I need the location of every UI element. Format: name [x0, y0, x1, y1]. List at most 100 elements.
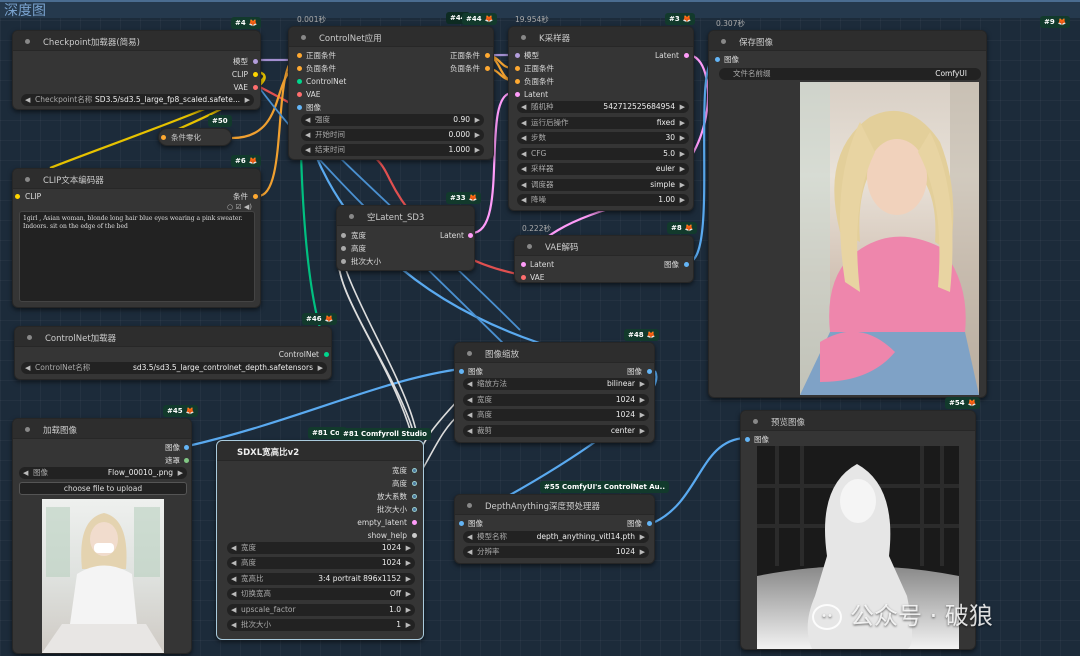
output-dot[interactable]	[485, 53, 490, 58]
node-header[interactable]: Checkpoint加载器(简易)	[13, 31, 260, 51]
input-dot[interactable]	[297, 66, 302, 71]
output-dot[interactable]	[412, 533, 417, 538]
output-label: 负面条件	[450, 64, 480, 73]
output-dot[interactable]	[412, 507, 417, 512]
input-dot[interactable]	[297, 92, 302, 97]
node-header[interactable]: ControlNet加载器	[15, 327, 331, 347]
aspect-ratio-combo[interactable]: ◀ 宽高比 3:4 portrait 896x1152 ▶	[227, 573, 415, 585]
resolution-number[interactable]: ◀ 分辨率 1024 ▶	[463, 546, 649, 558]
ksampler-node[interactable]: K采样器 模型 正面条件 负面条件 Latent Latent ◀ 随机种 5427…	[508, 26, 694, 211]
cfg-number[interactable]: ◀ CFG 5.0 ▶	[517, 148, 689, 160]
node-header[interactable]: VAE解码	[515, 236, 693, 256]
image-file-combo[interactable]: ◀ 图像 Flow_00010_.png ▶	[19, 467, 187, 479]
output-vae-dot[interactable]	[253, 85, 258, 90]
crop-combo[interactable]: ◀ 裁剪 center ▶	[463, 425, 649, 437]
input-dot[interactable]	[297, 105, 302, 110]
vae-decode-node[interactable]: VAE解码 Latent VAE 图像	[514, 235, 694, 283]
input-label: 批次大小	[351, 257, 381, 266]
output-dot[interactable]	[684, 262, 689, 267]
node-header[interactable]: 空Latent_SD3	[337, 206, 474, 226]
controlnet-name-combo[interactable]: ◀ ControlNet名称 sd3.5/sd3.5_large_controlne…	[21, 362, 327, 374]
node-header[interactable]: ControlNet应用	[289, 27, 493, 47]
input-dot[interactable]	[715, 57, 720, 62]
output-dot[interactable]	[324, 352, 329, 357]
conditioning-zero-node[interactable]: 条件零化	[158, 128, 232, 146]
output-dot[interactable]	[412, 520, 417, 525]
sdxl-aspect-ratio-node[interactable]: SDXL宽高比v2 宽度 高度 放大系数 批次大小 empty_latent s…	[216, 440, 424, 640]
input-dot[interactable]	[521, 275, 526, 280]
strength-number[interactable]: ◀ 强度 0.90 ▶	[301, 114, 484, 126]
input-clip-dot[interactable]	[15, 194, 20, 199]
end-time-number[interactable]: ◀ 结束时间 1.000 ▶	[301, 144, 484, 156]
node-header[interactable]: K采样器	[509, 27, 693, 47]
node-header[interactable]: 图像缩放	[455, 343, 654, 363]
input-dot[interactable]	[459, 369, 464, 374]
input-clip: CLIP	[25, 192, 42, 201]
node-header[interactable]: 保存图像	[709, 31, 986, 51]
checkpoint-name-combo[interactable]: ◀ Checkpoint名称 SD3.5/sd3.5_large_fp8_scale…	[21, 94, 254, 106]
output-dot[interactable]	[485, 66, 490, 71]
sampler-combo[interactable]: ◀ 采样器 euler ▶	[517, 163, 689, 175]
upscale-factor-number[interactable]: ◀ upscale_factor 1.0 ▶	[227, 604, 415, 616]
output-dot[interactable]	[412, 494, 417, 499]
input-dot[interactable]	[297, 79, 302, 84]
node-header[interactable]: CLIP文本编码器	[13, 169, 260, 189]
prompt-textarea[interactable]: 1girl , Asian woman, blonde long hair bl…	[19, 211, 255, 302]
save-image-node[interactable]: 保存图像 图像 文件名前缀 ComfyUI	[708, 30, 987, 398]
output-dot[interactable]	[412, 481, 417, 486]
output-dot[interactable]	[184, 458, 189, 463]
upscale-method-combo[interactable]: ◀ 缩放方法 bilinear ▶	[463, 378, 649, 390]
steps-number[interactable]: ◀ 步数 30 ▶	[517, 132, 689, 144]
input-dot[interactable]	[521, 262, 526, 267]
empty-latent-sd3-node[interactable]: 空Latent_SD3 宽度 高度 批次大小 Latent	[336, 205, 475, 271]
input-dot[interactable]	[341, 233, 346, 238]
node-header[interactable]: 加载图像	[13, 419, 191, 439]
seed-number[interactable]: ◀ 随机种 542712525684954 ▶	[517, 101, 689, 113]
scheduler-combo[interactable]: ◀ 调度器 simple ▶	[517, 179, 689, 191]
node-title: VAE解码	[545, 243, 579, 253]
output-dot[interactable]	[184, 445, 189, 450]
swap-dimensions-combo[interactable]: ◀ 切换宽高 Off ▶	[227, 588, 415, 600]
output-dot[interactable]	[647, 521, 652, 526]
model-name-combo[interactable]: ◀ 模型名称 depth_anything_vitl14.pth ▶	[463, 531, 649, 543]
input-dot[interactable]	[515, 79, 520, 84]
output-cond-dot[interactable]	[253, 194, 258, 199]
height-number[interactable]: ◀ 高度 1024 ▶	[227, 557, 415, 569]
width-number[interactable]: ◀ 宽度 1024 ▶	[227, 542, 415, 554]
input-dot[interactable]	[297, 53, 302, 58]
controlnet-apply-node[interactable]: ControlNet应用 正面条件 负面条件 ControlNet VAE 图像…	[288, 26, 494, 160]
control-after-combo[interactable]: ◀ 运行后操作 fixed ▶	[517, 117, 689, 129]
node-header[interactable]: DepthAnything深度预处理器	[455, 495, 654, 515]
input-dot[interactable]	[745, 437, 750, 442]
input-dot[interactable]	[341, 246, 346, 251]
batch-size-number[interactable]: ◀ 批次大小 1 ▶	[227, 619, 415, 631]
image-scale-node[interactable]: 图像缩放 图像 图像 ◀ 缩放方法 bilinear ▶ ◀ 宽度 1024 ▶ ◀ 高度 10…	[454, 342, 655, 443]
height-number[interactable]: ◀ 高度 1024 ▶	[463, 409, 649, 421]
controlnet-loader-node[interactable]: ControlNet加载器 ControlNet ◀ ControlNet名称 sd…	[14, 326, 332, 380]
input-dot[interactable]	[515, 53, 520, 58]
start-time-number[interactable]: ◀ 开始时间 0.000 ▶	[301, 129, 484, 141]
denoise-number[interactable]: ◀ 降噪 1.00 ▶	[517, 194, 689, 206]
input-dot[interactable]	[515, 92, 520, 97]
output-dot[interactable]	[647, 369, 652, 374]
input-dot[interactable]	[515, 66, 520, 71]
node-header[interactable]: SDXL宽高比v2	[217, 441, 423, 461]
input-cond-dot[interactable]	[161, 135, 166, 140]
width-number[interactable]: ◀ 宽度 1024 ▶	[463, 394, 649, 406]
load-image-node[interactable]: 加载图像 图像 遮罩 ◀ 图像 Flow_00010_.png ▶ choose fi…	[12, 418, 192, 654]
output-dot[interactable]	[412, 468, 417, 473]
output-model-dot[interactable]	[253, 59, 258, 64]
output-dot[interactable]	[684, 53, 689, 58]
input-dot[interactable]	[341, 259, 346, 264]
checkpoint-loader-node[interactable]: Checkpoint加载器(简易) 模型 CLIP VAE ◀ Checkpoin…	[12, 30, 261, 110]
output-clip-dot[interactable]	[253, 72, 258, 77]
clip-text-encoder-node[interactable]: CLIP文本编码器 CLIP 条件 ○ ☑ ◀) 1girl , Asian w…	[12, 168, 261, 308]
upload-button[interactable]: choose file to upload	[19, 482, 187, 495]
filename-prefix-input[interactable]: 文件名前缀 ComfyUI	[719, 68, 981, 80]
depth-anything-node[interactable]: DepthAnything深度预处理器 图像 图像 ◀ 模型名称 depth_any…	[454, 494, 655, 564]
exec-time: 0.001秒	[297, 15, 326, 24]
node-header[interactable]: 预览图像	[741, 411, 975, 431]
output-dot[interactable]	[468, 233, 473, 238]
input-dot[interactable]	[459, 521, 464, 526]
output-model: 模型	[233, 57, 248, 66]
